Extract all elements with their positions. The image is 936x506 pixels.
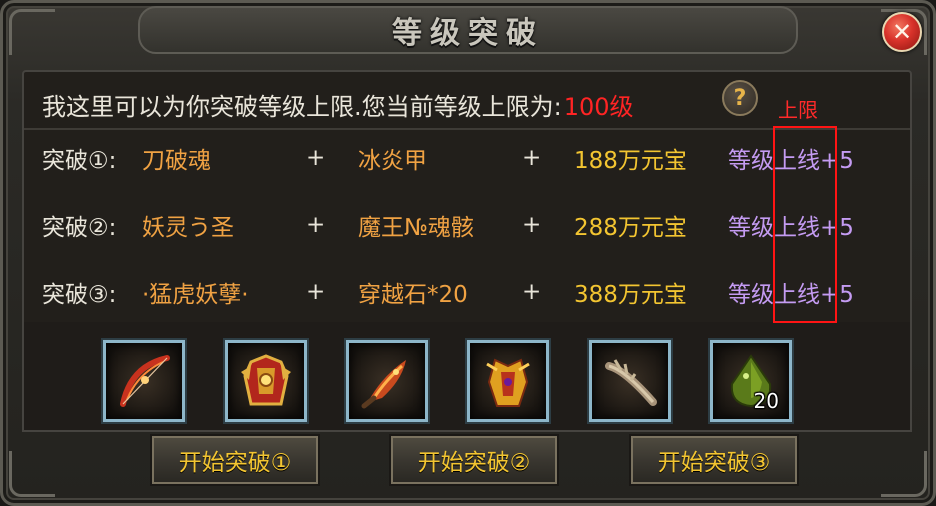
plus-sign: +	[522, 145, 542, 171]
item-quantity: 20	[753, 389, 779, 413]
plus-sign: +	[306, 279, 326, 305]
ingot-cost: 288万元宝	[574, 215, 687, 241]
row-label: 突破③:	[42, 282, 117, 308]
start-breakthrough-1-button[interactable]: 开始突破①	[150, 434, 320, 486]
title-bar: 等级突破	[138, 6, 798, 54]
item-slot[interactable]	[346, 340, 428, 422]
plus-sign: +	[306, 145, 326, 171]
bone-weapon-icon	[605, 359, 657, 406]
plus-sign: +	[522, 279, 542, 305]
frame-corner-ornament	[9, 9, 55, 55]
annotation-label: 上限	[778, 98, 818, 122]
row-label: 突破①:	[42, 148, 117, 174]
close-icon: ✕	[891, 18, 913, 46]
close-button[interactable]: ✕	[882, 12, 922, 52]
intro-message: 我这里可以为你突破等级上限.您当前等级上限为:	[42, 92, 562, 121]
start-breakthrough-2-button[interactable]: 开始突破②	[389, 434, 559, 486]
red-bow-icon	[120, 355, 170, 407]
required-item-1: 妖灵う圣	[142, 215, 234, 241]
item-slot[interactable]: 20	[710, 340, 792, 422]
frame-corner-ornament	[9, 451, 55, 497]
required-item-1: ·猛虎妖孽·	[142, 282, 249, 308]
item-slot[interactable]	[103, 340, 185, 422]
annotation-highlight-box	[773, 126, 837, 323]
question-mark-icon: ?	[733, 85, 747, 111]
demon-armor-icon	[486, 358, 530, 407]
required-item-2: 魔王№魂骸	[358, 215, 474, 241]
required-item-2: 穿越石*20	[358, 282, 468, 308]
plus-sign: +	[522, 212, 542, 238]
required-item-1: 刀破魂	[142, 148, 211, 174]
ingot-cost: 188万元宝	[574, 148, 687, 174]
gold-armor-icon	[241, 354, 291, 406]
item-slot[interactable]	[225, 340, 307, 422]
item-slot[interactable]	[467, 340, 549, 422]
start-breakthrough-3-button[interactable]: 开始突破③	[629, 434, 799, 486]
current-level-cap: 100级	[563, 92, 634, 121]
frame-corner-ornament	[881, 451, 927, 497]
fire-blade-icon	[361, 360, 406, 409]
intro-text: 我这里可以为你突破等级上限.您当前等级上限为: 100级	[42, 82, 634, 126]
ingot-cost: 388万元宝	[574, 282, 687, 308]
help-button[interactable]: ?	[722, 80, 758, 116]
required-item-2: 冰炎甲	[358, 148, 427, 174]
dialog-title: 等级突破	[392, 16, 544, 51]
plus-sign: +	[306, 212, 326, 238]
row-label: 突破②:	[42, 215, 117, 241]
item-slot[interactable]	[589, 340, 671, 422]
